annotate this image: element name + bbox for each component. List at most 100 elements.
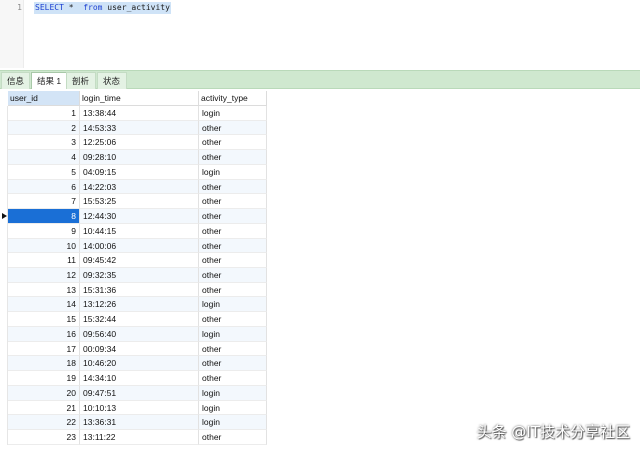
table-row[interactable]: 9 10:44:15 other [8, 223, 267, 239]
table-row[interactable]: 12 09:32:35 other [8, 268, 267, 283]
sql-query-line[interactable]: SELECT * from user_activity [34, 2, 171, 14]
cell-login-time[interactable]: 00:09:34 [80, 341, 199, 357]
cell-activity-type[interactable]: other [199, 120, 267, 136]
table-row[interactable]: 10 14:00:06 other [8, 238, 267, 254]
table-row[interactable]: 16 09:56:40 login [8, 326, 267, 342]
tab-0[interactable]: 信息 [1, 72, 31, 89]
cell-user-id[interactable]: 7 [8, 194, 80, 210]
cell-activity-type[interactable]: other [199, 268, 267, 283]
row-indicator[interactable] [0, 400, 8, 416]
cell-activity-type[interactable]: other [199, 282, 267, 298]
table-row[interactable]: 23 13:11:22 other [8, 430, 267, 445]
row-indicator[interactable] [0, 341, 8, 357]
row-indicator[interactable] [0, 106, 8, 121]
cell-user-id[interactable]: 8 [8, 209, 80, 224]
cell-user-id[interactable]: 19 [8, 371, 80, 386]
row-indicator[interactable] [0, 209, 8, 224]
cell-user-id[interactable]: 21 [8, 400, 80, 416]
cell-user-id[interactable]: 16 [8, 326, 80, 342]
cell-login-time[interactable]: 14:22:03 [80, 179, 199, 195]
table-row[interactable]: 4 09:28:10 other [8, 150, 267, 165]
cell-login-time[interactable]: 14:34:10 [80, 371, 199, 386]
cell-activity-type[interactable]: login [199, 415, 267, 431]
cell-login-time[interactable]: 09:47:51 [80, 385, 199, 401]
cell-activity-type[interactable]: login [199, 297, 267, 313]
table-row[interactable]: 8 12:44:30 other [8, 209, 267, 224]
cell-activity-type[interactable]: other [199, 209, 267, 224]
cell-activity-type[interactable]: login [199, 385, 267, 401]
cell-login-time[interactable]: 10:10:13 [80, 400, 199, 416]
cell-user-id[interactable]: 6 [8, 179, 80, 195]
cell-user-id[interactable]: 9 [8, 223, 80, 239]
tab-2[interactable]: 剖析 [66, 72, 96, 89]
cell-activity-type[interactable]: other [199, 312, 267, 327]
table-row[interactable]: 13 15:31:36 other [8, 282, 267, 298]
row-indicator[interactable] [0, 312, 8, 327]
table-row[interactable]: 14 13:12:26 login [8, 297, 267, 313]
row-indicator[interactable] [0, 385, 8, 401]
cell-activity-type[interactable]: other [199, 150, 267, 165]
column-header-activity-type[interactable]: activity_type [199, 91, 267, 106]
cell-user-id[interactable]: 13 [8, 282, 80, 298]
cell-activity-type[interactable]: other [199, 356, 267, 372]
cell-activity-type[interactable]: other [199, 253, 267, 269]
cell-user-id[interactable]: 11 [8, 253, 80, 269]
tab-3[interactable]: 状态 [97, 72, 127, 89]
table-row[interactable]: 17 00:09:34 other [8, 341, 267, 357]
cell-activity-type[interactable]: login [199, 106, 267, 121]
row-indicator[interactable] [0, 268, 8, 283]
cell-login-time[interactable]: 04:09:15 [80, 164, 199, 180]
cell-user-id[interactable]: 18 [8, 356, 80, 372]
table-row[interactable]: 11 09:45:42 other [8, 253, 267, 269]
cell-login-time[interactable]: 13:12:26 [80, 297, 199, 313]
row-indicator[interactable] [0, 326, 8, 342]
table-row[interactable]: 1 13:38:44 login [8, 106, 267, 121]
row-indicator[interactable] [0, 282, 8, 298]
column-header-user-id[interactable]: user_id [8, 91, 80, 106]
cell-user-id[interactable]: 4 [8, 150, 80, 165]
cell-user-id[interactable]: 22 [8, 415, 80, 431]
cell-activity-type[interactable]: other [199, 223, 267, 239]
cell-user-id[interactable]: 14 [8, 297, 80, 313]
row-indicator[interactable] [0, 135, 8, 151]
cell-user-id[interactable]: 2 [8, 120, 80, 136]
cell-login-time[interactable]: 09:56:40 [80, 326, 199, 342]
row-indicator[interactable] [0, 430, 8, 445]
cell-login-time[interactable]: 13:11:22 [80, 430, 199, 445]
cell-activity-type[interactable]: other [199, 341, 267, 357]
cell-login-time[interactable]: 10:44:15 [80, 223, 199, 239]
cell-login-time[interactable]: 09:32:35 [80, 268, 199, 283]
row-indicator[interactable] [0, 238, 8, 254]
cell-user-id[interactable]: 23 [8, 430, 80, 445]
row-indicator[interactable] [0, 223, 8, 239]
cell-login-time[interactable]: 15:53:25 [80, 194, 199, 210]
cell-activity-type[interactable]: login [199, 400, 267, 416]
cell-login-time[interactable]: 12:25:06 [80, 135, 199, 151]
cell-user-id[interactable]: 5 [8, 164, 80, 180]
table-row[interactable]: 5 04:09:15 login [8, 164, 267, 180]
cell-login-time[interactable]: 10:46:20 [80, 356, 199, 372]
tab-1[interactable]: 结果 1 [31, 72, 68, 89]
row-indicator[interactable] [0, 164, 8, 180]
row-indicator[interactable] [0, 356, 8, 372]
cell-login-time[interactable]: 13:38:44 [80, 106, 199, 121]
row-indicator[interactable] [0, 297, 8, 313]
cell-user-id[interactable]: 15 [8, 312, 80, 327]
row-indicator[interactable] [0, 120, 8, 136]
cell-login-time[interactable]: 15:31:36 [80, 282, 199, 298]
cell-login-time[interactable]: 14:53:33 [80, 120, 199, 136]
cell-user-id[interactable]: 1 [8, 106, 80, 121]
cell-activity-type[interactable]: other [199, 238, 267, 254]
cell-user-id[interactable]: 12 [8, 268, 80, 283]
row-indicator[interactable] [0, 150, 8, 165]
cell-login-time[interactable]: 12:44:30 [80, 209, 199, 224]
row-indicator[interactable] [0, 415, 8, 431]
cell-activity-type[interactable]: login [199, 326, 267, 342]
cell-login-time[interactable]: 09:28:10 [80, 150, 199, 165]
cell-activity-type[interactable]: login [199, 164, 267, 180]
table-row[interactable]: 6 14:22:03 other [8, 179, 267, 195]
cell-login-time[interactable]: 15:32:44 [80, 312, 199, 327]
row-indicator[interactable] [0, 253, 8, 269]
table-row[interactable]: 22 13:36:31 login [8, 415, 267, 431]
table-row[interactable]: 2 14:53:33 other [8, 120, 267, 136]
